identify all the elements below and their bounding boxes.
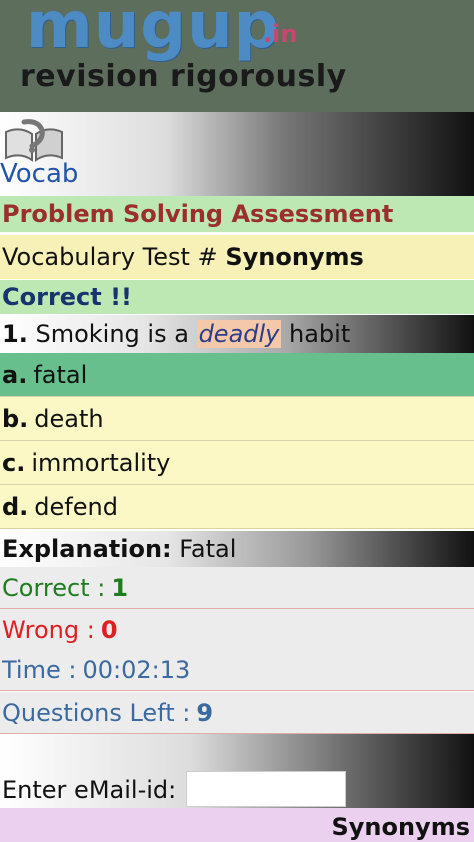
- test-subtitle-prefix: Vocabulary Test #: [2, 243, 218, 271]
- option-text: immortality: [31, 448, 171, 477]
- answer-status: Correct !!: [0, 280, 474, 314]
- test-subtitle: Vocabulary Test # Synonyms: [0, 235, 474, 279]
- tagline: revision rigorously: [20, 59, 347, 94]
- wrong-count-label: Wrong :: [2, 615, 95, 644]
- option-letter: a.: [2, 360, 28, 389]
- option-letter: c.: [2, 448, 26, 477]
- correct-count-row: Correct :1: [0, 567, 474, 609]
- vocab-link[interactable]: Vocab: [0, 161, 78, 187]
- wrong-count-value: 0: [100, 615, 118, 644]
- questions-left-row: Questions Left :9: [0, 692, 474, 734]
- logo-suffix: .in: [263, 20, 298, 48]
- email-input[interactable]: [186, 771, 346, 807]
- option-text: death: [34, 404, 104, 433]
- explanation-label: Explanation:: [2, 535, 172, 563]
- question-text-after: habit: [289, 320, 351, 348]
- option-a[interactable]: a. fatal: [0, 353, 474, 397]
- option-d[interactable]: d. defend: [0, 485, 474, 529]
- email-label: Enter eMail-id:: [2, 776, 177, 804]
- questions-left-value: 9: [196, 698, 214, 727]
- explanation-text: Fatal: [179, 535, 237, 563]
- option-text: defend: [34, 492, 118, 521]
- assessment-title: Problem Solving Assessment: [0, 196, 474, 232]
- option-c[interactable]: c. immortality: [0, 441, 474, 485]
- book-icon: [5, 119, 63, 162]
- footer-topic-label: Synonyms: [331, 813, 470, 841]
- logo-text: mugup: [26, 0, 281, 63]
- question-text: 1. Smoking is a deadly habit: [0, 315, 474, 353]
- time-row: Time :00:02:13: [0, 649, 474, 691]
- option-text: fatal: [33, 360, 88, 389]
- correct-count-label: Correct :: [2, 573, 106, 602]
- correct-count-value: 1: [111, 573, 129, 602]
- explanation-row: Explanation: Fatal: [0, 531, 474, 567]
- option-letter: b.: [2, 404, 29, 433]
- option-b[interactable]: b. death: [0, 397, 474, 441]
- question-text-before: Smoking is a: [35, 320, 189, 348]
- question-number: 1.: [2, 320, 28, 348]
- time-label: Time :: [2, 655, 77, 684]
- questions-left-label: Questions Left :: [2, 698, 191, 727]
- question-keyword: deadly: [196, 320, 282, 348]
- test-topic: Synonyms: [225, 243, 364, 271]
- wrong-count-row: Wrong :0: [0, 609, 474, 651]
- time-value: 00:02:13: [82, 655, 191, 684]
- option-letter: d.: [2, 492, 29, 521]
